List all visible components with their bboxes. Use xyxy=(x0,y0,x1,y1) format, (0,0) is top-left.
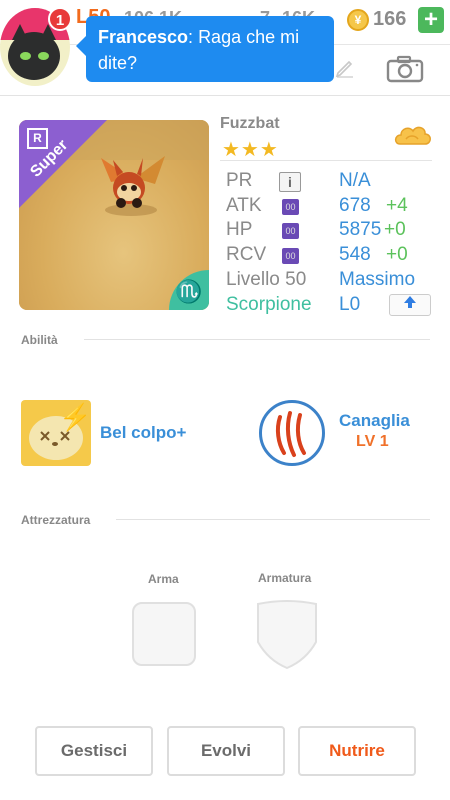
feed-button[interactable]: Nutrire xyxy=(298,726,416,776)
zodiac-label: Scorpione xyxy=(226,294,312,315)
pencil-icon[interactable] xyxy=(334,56,356,78)
level-label: Livello 50 xyxy=(226,269,307,290)
ability-bel-colpo-icon[interactable]: ⚡ xyxy=(21,400,91,466)
ability-canaglia-icon[interactable] xyxy=(259,400,325,466)
camera-icon[interactable] xyxy=(386,55,424,83)
level-value: Massimo xyxy=(339,269,416,290)
stat-bonus-hp: +0 xyxy=(384,219,406,240)
evolve-button[interactable]: Evolvi xyxy=(167,726,285,776)
stat-label-hp: HP xyxy=(226,219,253,240)
zodiac-upgrade-button[interactable] xyxy=(389,294,431,316)
pet-name: Fuzzbat xyxy=(220,115,280,132)
star-rating: ★★★ xyxy=(222,139,279,161)
stat-label-atk: ATK xyxy=(226,195,262,216)
potion-chip-icon: 00 xyxy=(282,248,299,264)
armor-slot-label: Armatura xyxy=(258,571,312,585)
stat-bonus-rcv: +0 xyxy=(386,244,408,265)
abilities-divider xyxy=(84,339,430,340)
potion-chip-icon: 00 xyxy=(282,223,299,239)
stat-label-rcv: RCV xyxy=(226,244,267,265)
potion-chip-icon: 00 xyxy=(282,199,299,215)
gold-coin-icon: ¥ xyxy=(347,9,369,31)
stat-label-pr: PR xyxy=(226,170,253,191)
stat-value-rcv: 548 xyxy=(339,244,371,265)
chat-sender: Francesco xyxy=(98,27,189,47)
stat-value-atk: 678 xyxy=(339,195,371,216)
weapon-slot[interactable] xyxy=(132,602,196,666)
header-divider xyxy=(0,95,450,96)
stat-value-hp: 5875 xyxy=(339,219,382,240)
notification-badge: 1 xyxy=(48,7,72,31)
zodiac-level: L0 xyxy=(339,294,361,315)
arrow-up-icon xyxy=(404,296,416,308)
rarity-badge: R xyxy=(27,128,48,149)
manage-button[interactable]: Gestisci xyxy=(35,726,153,776)
weapon-slot-label: Arma xyxy=(148,572,179,586)
stat-value-pr: N/A xyxy=(339,170,371,191)
element-cloud-icon[interactable] xyxy=(392,120,432,152)
ability-canaglia-level: LV 1 xyxy=(356,433,389,450)
pet-portrait-card[interactable]: Super R ♏ xyxy=(19,120,209,310)
stat-bonus-atk: +4 xyxy=(386,195,408,216)
add-gold-button[interactable]: + xyxy=(418,7,444,33)
ability-bel-colpo-label[interactable]: Bel colpo+ xyxy=(100,423,186,443)
name-divider xyxy=(220,160,432,161)
info-icon[interactable]: i xyxy=(279,172,301,192)
equipment-section-title: Attrezzatura xyxy=(21,513,91,527)
gold-value: 166 xyxy=(373,8,407,30)
ability-canaglia-label[interactable]: Canaglia xyxy=(339,411,410,431)
chat-message-bubble[interactable]: Francesco: Raga che mi dite? xyxy=(76,16,334,82)
abilities-section-title: Abilità xyxy=(21,333,58,347)
equipment-divider xyxy=(116,519,430,520)
armor-slot[interactable] xyxy=(254,600,320,670)
